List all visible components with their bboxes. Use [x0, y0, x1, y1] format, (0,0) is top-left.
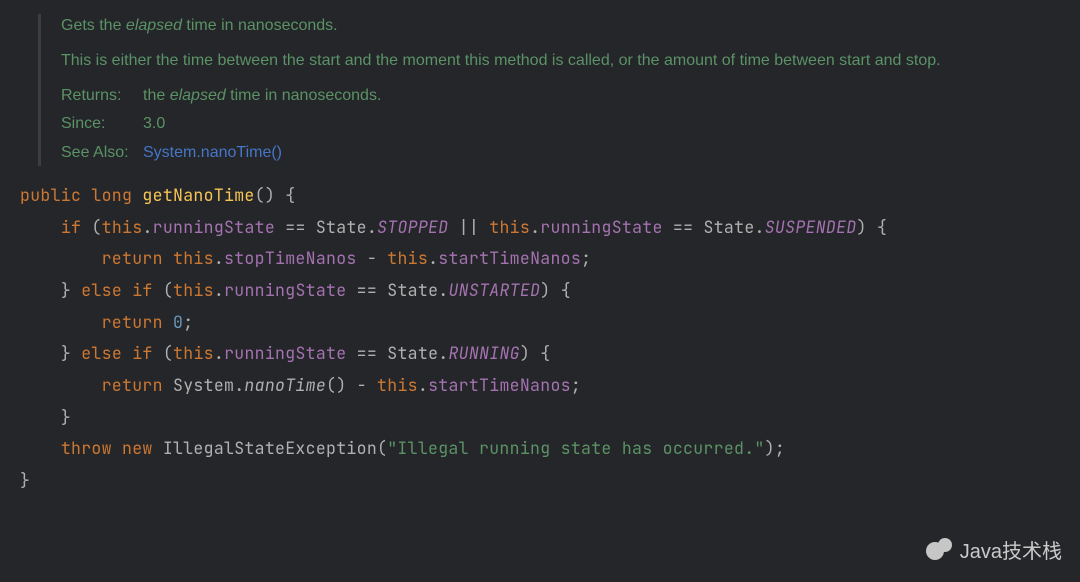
keyword: else [81, 342, 122, 364]
class-ref: State [316, 216, 367, 238]
watermark-text: Java技术栈 [960, 535, 1062, 564]
doc-since-label: Since: [61, 112, 143, 137]
keyword: if [132, 279, 152, 301]
doc-since-value: 3.0 [143, 112, 165, 137]
enum-const: UNSTARTED [448, 279, 540, 301]
keyword: if [61, 216, 81, 238]
doc-returns-label: Returns: [61, 84, 143, 109]
string-literal: "Illegal running state has occurred." [387, 437, 764, 459]
doc-seealso-label: See Also: [61, 141, 143, 166]
field: startTimeNanos [438, 247, 581, 269]
javadoc-block: Gets the elapsed time in nanoseconds. Th… [38, 14, 1060, 166]
keyword: this [173, 342, 214, 364]
code-block[interactable]: public long getNanoTime() { if (this.run… [20, 180, 1060, 497]
field: runningState [153, 216, 275, 238]
keyword: throw [61, 437, 112, 459]
keyword: this [102, 216, 143, 238]
field: startTimeNanos [428, 374, 571, 396]
keyword: new [122, 437, 153, 459]
doc-seealso-link[interactable]: System.nanoTime() [143, 141, 282, 166]
class-ref: State [704, 216, 755, 238]
text: time in nanoseconds. [226, 87, 382, 104]
text: Gets the [61, 17, 126, 34]
class-ref: IllegalStateException [163, 437, 377, 459]
doc-seealso-row: See Also: System.nanoTime() [61, 141, 1060, 166]
text-em: elapsed [126, 17, 182, 34]
doc-returns-row: Returns: the elapsed time in nanoseconds… [61, 84, 1060, 109]
keyword: this [173, 279, 214, 301]
keyword: return [102, 311, 163, 333]
method-name: getNanoTime [142, 184, 254, 206]
doc-returns-value: the elapsed time in nanoseconds. [143, 84, 381, 109]
doc-description: This is either the time between the star… [61, 49, 1060, 74]
watermark-badge: Java技术栈 [926, 535, 1062, 564]
doc-summary: Gets the elapsed time in nanoseconds. [61, 14, 1060, 39]
static-method: nanoTime [244, 374, 326, 396]
doc-since-row: Since: 3.0 [61, 112, 1060, 137]
keyword: if [132, 342, 152, 364]
class-ref: System [173, 374, 234, 396]
class-ref: State [387, 342, 438, 364]
keyword: this [489, 216, 530, 238]
keyword: return [102, 247, 163, 269]
keyword: else [81, 279, 122, 301]
keyword: public [20, 184, 81, 206]
enum-const: RUNNING [448, 342, 519, 364]
text: the [143, 87, 170, 104]
keyword: long [91, 184, 132, 206]
text: time in nanoseconds. [182, 17, 338, 34]
text-em: elapsed [170, 87, 226, 104]
field: runningState [224, 342, 346, 364]
field: stopTimeNanos [224, 247, 357, 269]
field: runningState [540, 216, 662, 238]
editor-pane: Gets the elapsed time in nanoseconds. Th… [0, 0, 1080, 511]
wechat-icon [926, 538, 954, 562]
field: runningState [224, 279, 346, 301]
keyword: return [102, 374, 163, 396]
enum-const: STOPPED [377, 216, 448, 238]
number-literal: 0 [173, 311, 183, 333]
keyword: this [387, 247, 428, 269]
class-ref: State [387, 279, 438, 301]
enum-const: SUSPENDED [765, 216, 857, 238]
keyword: this [173, 247, 214, 269]
keyword: this [377, 374, 418, 396]
